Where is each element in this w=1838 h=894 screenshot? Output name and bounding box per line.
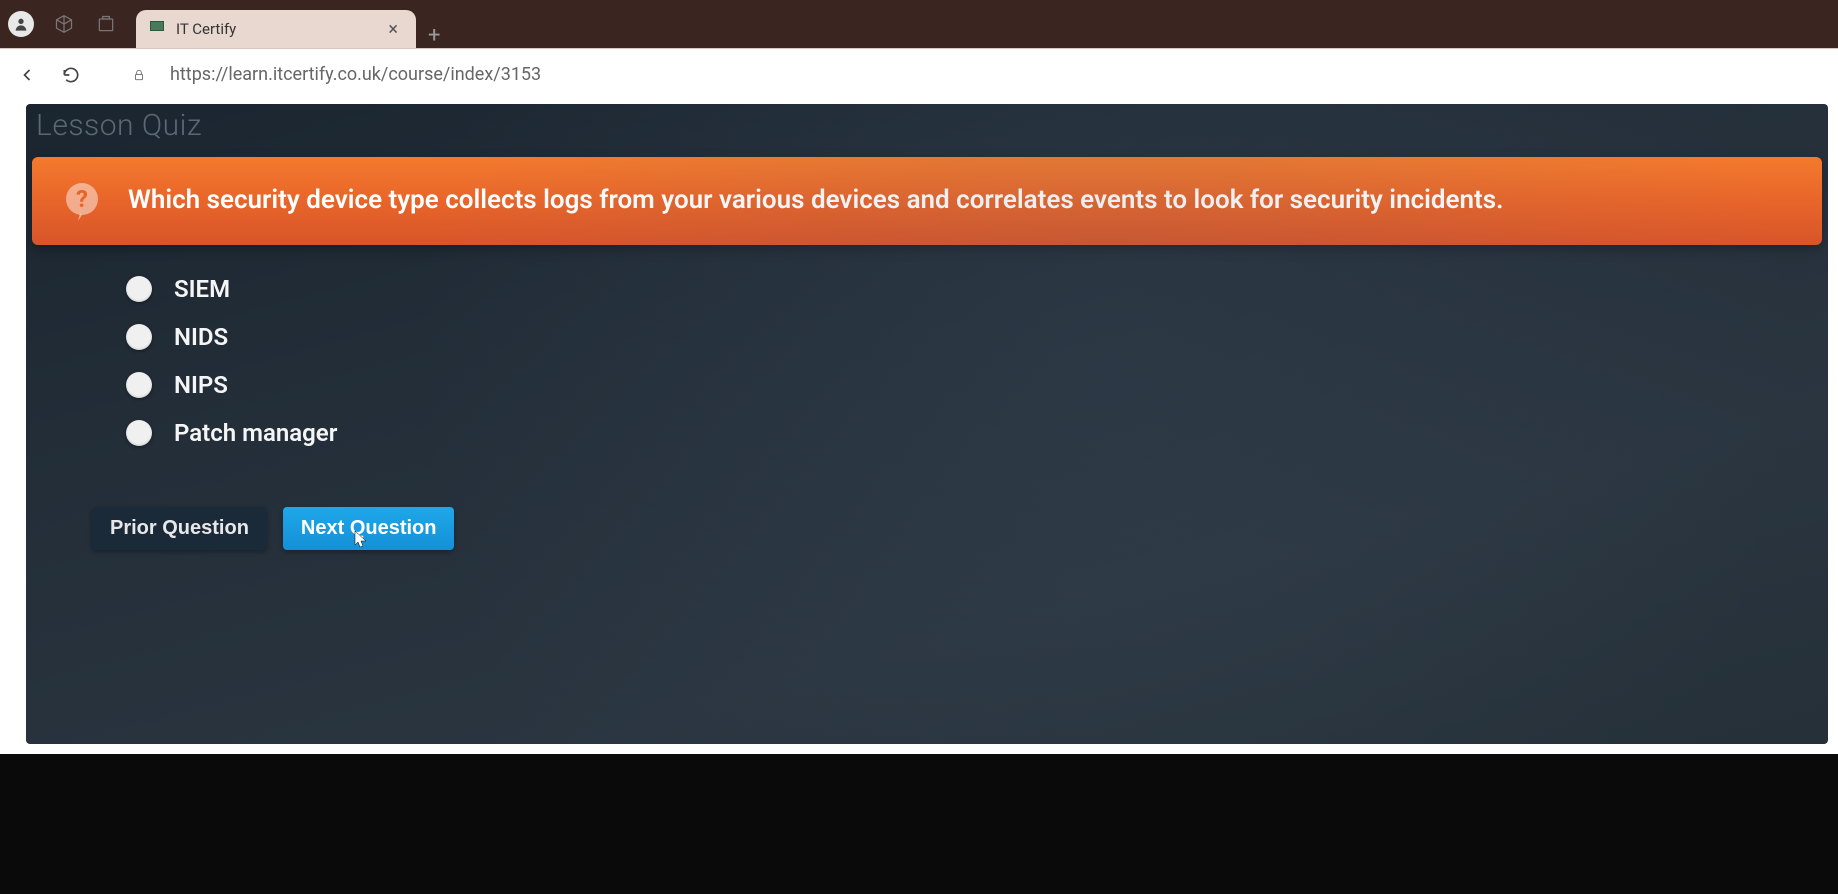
answer-option-siem[interactable]: SIEM <box>126 275 1828 303</box>
quiz-panel: Lesson Quiz ? Which security device type… <box>26 104 1828 744</box>
back-button[interactable] <box>14 62 40 88</box>
user-profile-icon[interactable] <box>8 11 34 37</box>
tab-title: IT Certify <box>176 20 374 38</box>
reload-button[interactable] <box>58 62 84 88</box>
lock-icon[interactable] <box>126 62 152 88</box>
radio-icon <box>126 276 152 302</box>
answer-options: SIEM NIDS NIPS Patch manager <box>26 245 1828 447</box>
option-label: NIPS <box>174 371 228 399</box>
address-bar: https://learn.itcertify.co.uk/course/ind… <box>0 48 1838 100</box>
option-label: Patch manager <box>174 419 337 447</box>
page-title: Lesson Quiz <box>26 104 1828 157</box>
extensions-icon[interactable] <box>94 12 118 36</box>
url-display[interactable]: https://learn.itcertify.co.uk/course/ind… <box>170 64 541 85</box>
radio-icon <box>126 420 152 446</box>
quiz-nav-buttons: Prior Question Next Question <box>26 467 1828 550</box>
answer-option-nids[interactable]: NIDS <box>126 323 1828 351</box>
browser-tab-active[interactable]: IT Certify × <box>136 10 416 48</box>
browser-tab-strip: IT Certify × + <box>0 0 1838 48</box>
option-label: NIDS <box>174 323 228 351</box>
svg-text:?: ? <box>76 185 88 213</box>
question-text: Which security device type collects logs… <box>128 183 1504 218</box>
answer-option-nips[interactable]: NIPS <box>126 371 1828 399</box>
page-content: Lesson Quiz ? Which security device type… <box>0 100 1838 754</box>
answer-option-patch-manager[interactable]: Patch manager <box>126 419 1828 447</box>
mouse-cursor-icon <box>353 529 369 549</box>
close-tab-icon[interactable]: × <box>384 19 402 40</box>
favicon-icon <box>150 21 166 37</box>
prior-question-button[interactable]: Prior Question <box>92 507 267 550</box>
next-question-button[interactable]: Next Question <box>283 507 455 550</box>
new-tab-button[interactable]: + <box>416 23 452 48</box>
apps-icon[interactable] <box>52 12 76 36</box>
radio-icon <box>126 324 152 350</box>
question-mark-icon: ? <box>60 179 104 223</box>
radio-icon <box>126 372 152 398</box>
option-label: SIEM <box>174 275 230 303</box>
question-banner: ? Which security device type collects lo… <box>32 157 1822 245</box>
